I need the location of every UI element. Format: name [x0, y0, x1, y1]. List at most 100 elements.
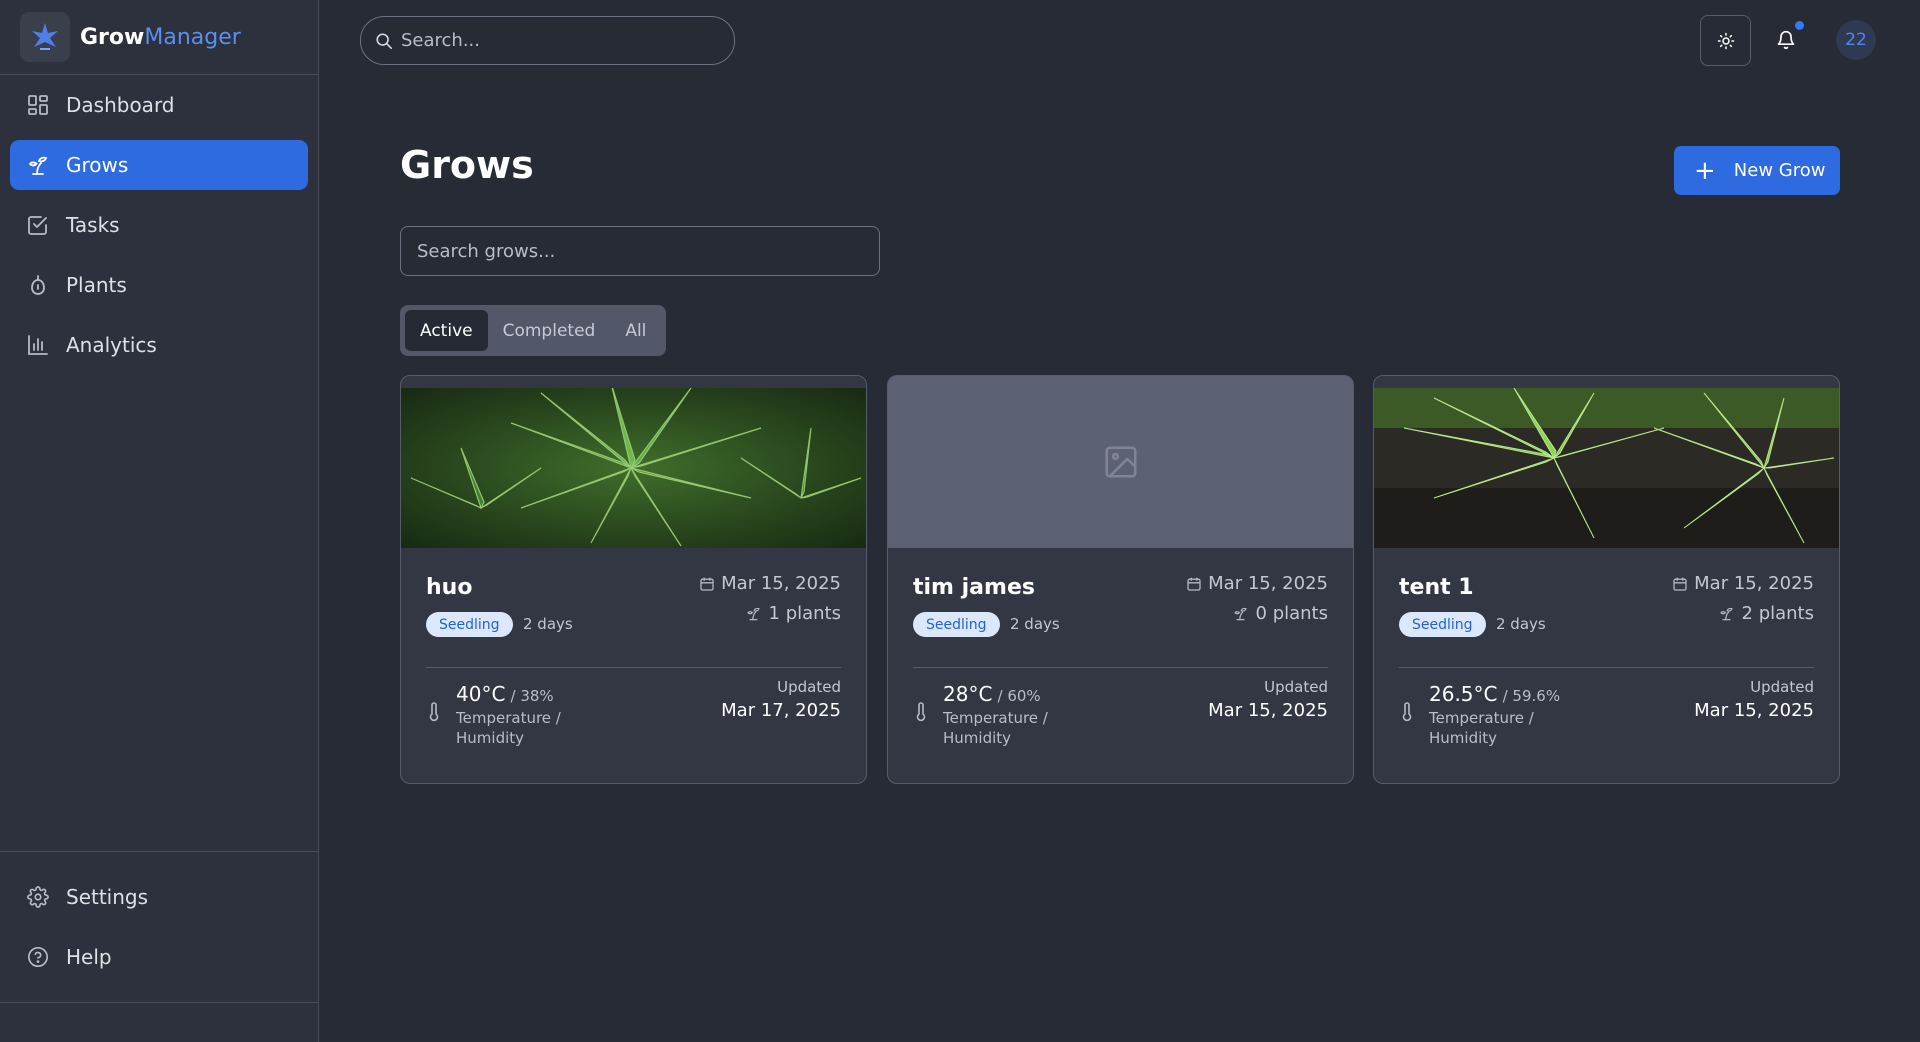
calendar-icon [1672, 576, 1688, 592]
thermometer-icon [428, 702, 440, 722]
theme-toggle-button[interactable] [1700, 15, 1751, 66]
tab-all[interactable]: All [610, 310, 661, 351]
stage-badge: Seedling [426, 612, 513, 637]
humidity-value: / 59.6% [1502, 687, 1561, 705]
humidity-value: / 38% [510, 687, 554, 705]
gear-icon [26, 885, 50, 909]
sidebar-item-label: Analytics [66, 333, 157, 357]
grow-search-placeholder: Search grows... [417, 240, 556, 262]
global-search-placeholder: Search... [401, 30, 481, 51]
divider [426, 667, 841, 668]
grow-photo [1374, 388, 1839, 548]
divider [913, 667, 1328, 668]
tab-active[interactable]: Active [405, 310, 488, 351]
sidebar-item-label: Help [66, 945, 112, 969]
sun-icon [1717, 32, 1735, 50]
thermometer-icon [1401, 702, 1413, 722]
sprout-icon [26, 153, 50, 177]
sidebar-item-grows[interactable]: Grows [10, 140, 308, 190]
updated-label: Updated [1264, 678, 1328, 696]
new-grow-label: New Grow [1733, 160, 1826, 181]
sprout-icon [746, 606, 761, 621]
sidebar-item-settings[interactable]: Settings [10, 872, 308, 922]
plant-count-text: 1 plants [768, 603, 841, 624]
temperature-humidity-label: Temperature / Humidity [1429, 709, 1534, 747]
new-grow-button[interactable]: + New Grow [1674, 146, 1840, 195]
help-circle-icon [26, 945, 50, 969]
stage-badge: Seedling [1399, 612, 1486, 637]
calendar-icon [699, 576, 715, 592]
global-search-input[interactable]: Search... [360, 16, 735, 65]
updated-date: Mar 15, 2025 [1208, 700, 1328, 721]
sidebar-item-label: Grows [66, 153, 129, 177]
sidebar: GrowManager Dashboard Grows Tasks Plants [0, 0, 319, 1042]
grow-name: huo [426, 575, 473, 600]
grow-card[interactable]: huo Seedling 2 days Mar 15, 2025 1 plant… [400, 375, 867, 784]
grow-days: 2 days [1010, 615, 1060, 633]
calendar-icon [1186, 576, 1202, 592]
sprout-icon [1233, 606, 1248, 621]
stage-badge: Seedling [913, 612, 1000, 637]
divider [0, 1002, 318, 1003]
grow-search-input[interactable]: Search grows... [400, 226, 880, 276]
updated-date: Mar 17, 2025 [721, 700, 841, 721]
image-icon [1102, 443, 1140, 481]
sidebar-item-analytics[interactable]: Analytics [10, 320, 308, 370]
grow-date-text: Mar 15, 2025 [1208, 573, 1328, 594]
temperature-humidity: 26.5°C / 59.6% Temperature / Humidity [1429, 682, 1560, 748]
avatar[interactable]: 22 [1836, 20, 1876, 60]
temperature-value: 40°C [456, 682, 506, 706]
temperature-humidity-label: Temperature / Humidity [456, 709, 561, 747]
sprout-icon [1719, 606, 1734, 621]
sidebar-item-label: Dashboard [66, 93, 175, 117]
divider [1399, 667, 1814, 668]
updated-label: Updated [1750, 678, 1814, 696]
leaf-star-icon [20, 12, 70, 62]
plant-count-text: 0 plants [1255, 603, 1328, 624]
thermometer-icon [915, 702, 927, 722]
bell-icon [1776, 30, 1796, 50]
grow-name: tent 1 [1399, 575, 1474, 600]
grow-date: Mar 15, 2025 [699, 573, 841, 594]
brand[interactable]: GrowManager [0, 0, 318, 75]
sidebar-item-plants[interactable]: Plants [10, 260, 308, 310]
grow-days: 2 days [523, 615, 573, 633]
humidity-value: / 60% [997, 687, 1041, 705]
sidebar-nav: Dashboard Grows Tasks Plants Analytics [10, 80, 308, 380]
sidebar-item-label: Settings [66, 885, 149, 909]
tab-completed[interactable]: Completed [488, 310, 611, 351]
updated-label: Updated [777, 678, 841, 696]
grow-date-text: Mar 15, 2025 [721, 573, 841, 594]
temperature-humidity-label: Temperature / Humidity [943, 709, 1048, 747]
seed-icon [26, 273, 50, 297]
search-icon [375, 32, 393, 50]
grow-date: Mar 15, 2025 [1186, 573, 1328, 594]
plant-count: 2 plants [1719, 603, 1814, 624]
updated-date: Mar 15, 2025 [1694, 700, 1814, 721]
notification-dot [1795, 21, 1804, 30]
checkbox-icon [26, 213, 50, 237]
sidebar-item-dashboard[interactable]: Dashboard [10, 80, 308, 130]
temperature-value: 28°C [943, 682, 993, 706]
grow-days: 2 days [1496, 615, 1546, 633]
grow-card[interactable]: tim james Seedling 2 days Mar 15, 2025 0… [887, 375, 1354, 784]
sidebar-bottom: Settings Help [0, 851, 318, 992]
grow-name: tim james [913, 575, 1035, 600]
temperature-humidity: 40°C / 38% Temperature / Humidity [456, 682, 576, 748]
plus-icon: + [1694, 155, 1716, 186]
sidebar-item-tasks[interactable]: Tasks [10, 200, 308, 250]
grow-card[interactable]: tent 1 Seedling 2 days Mar 15, 2025 2 pl… [1373, 375, 1840, 784]
plant-count: 0 plants [1233, 603, 1328, 624]
plant-count: 1 plants [746, 603, 841, 624]
bar-chart-icon [26, 333, 50, 357]
page-title: Grows [400, 143, 534, 187]
image-placeholder [888, 376, 1353, 548]
brand-name: GrowManager [80, 24, 241, 50]
sidebar-item-label: Tasks [66, 213, 120, 237]
plant-count-text: 2 plants [1741, 603, 1814, 624]
temperature-humidity: 28°C / 60% Temperature / Humidity [943, 682, 1063, 748]
grow-date-text: Mar 15, 2025 [1694, 573, 1814, 594]
sidebar-item-help[interactable]: Help [10, 932, 308, 982]
filter-tabs: Active Completed All [400, 305, 666, 356]
grow-photo [401, 388, 866, 548]
